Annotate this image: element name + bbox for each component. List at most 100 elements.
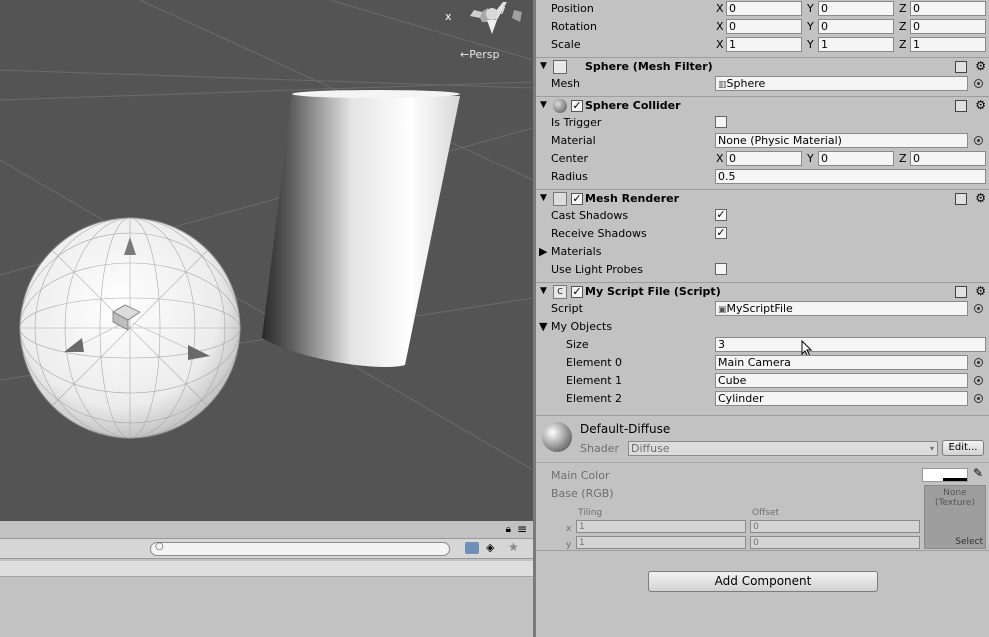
help-book-icon[interactable] (955, 61, 967, 73)
center-z-field[interactable]: 0 (910, 151, 986, 166)
object-picker-icon[interactable] (974, 376, 983, 385)
object-picker-icon[interactable] (974, 79, 983, 88)
gear-icon[interactable]: ⚙ (975, 191, 986, 205)
camera-mode-label[interactable]: ←Persp (460, 48, 499, 61)
element-2-label: Element 2 (566, 392, 623, 405)
mesh-renderer-header[interactable]: ▼ ✓ Mesh Renderer ⚙ (536, 189, 989, 208)
main-color-swatch[interactable] (922, 468, 968, 482)
shader-label: Shader (580, 442, 619, 455)
axis-z-label: Z (899, 152, 907, 165)
position-z-field[interactable]: 0 (910, 1, 986, 16)
scale-x-field[interactable]: 1 (726, 37, 802, 52)
element-row: Element 1 Cube (536, 372, 989, 390)
enable-checkbox[interactable]: ✓ (571, 286, 583, 298)
lock-icon[interactable]: 🔒︎ (506, 524, 511, 535)
project-list-row[interactable] (0, 561, 533, 577)
receive-shadows-row: Receive Shadows ✓ (536, 225, 989, 243)
collapse-arrow-icon[interactable]: ▼ (540, 100, 547, 110)
light-probes-checkbox[interactable] (715, 263, 727, 275)
element-1-label: Element 1 (566, 374, 623, 387)
element-0-field[interactable]: Main Camera (715, 355, 968, 370)
scene-viewport[interactable]: x y (0, 0, 533, 521)
scale-label: Scale (551, 38, 581, 51)
texture-slot[interactable]: None (Texture) Select (924, 485, 986, 549)
enable-checkbox[interactable]: ✓ (571, 193, 583, 205)
help-book-icon[interactable] (955, 193, 967, 205)
gear-icon[interactable]: ⚙ (975, 98, 986, 112)
scale-y-field[interactable]: 1 (818, 37, 894, 52)
radius-field[interactable]: 0.5 (715, 169, 986, 184)
receive-shadows-checkbox[interactable]: ✓ (715, 227, 727, 239)
my-objects-label[interactable]: My Objects (551, 320, 612, 333)
my-objects-row[interactable]: ▼ My Objects (536, 318, 989, 336)
rotation-y-field[interactable]: 0 (818, 19, 894, 34)
menu-icon[interactable]: ≡ (517, 522, 527, 536)
script-component-header[interactable]: ▼ C ✓ My Script File (Script) ⚙ (536, 282, 989, 301)
texture-select-button[interactable]: Select (955, 537, 983, 547)
rotation-x-field[interactable]: 0 (726, 19, 802, 34)
gear-icon[interactable]: ⚙ (975, 284, 986, 298)
axis-y-label: Y (807, 20, 814, 33)
script-field[interactable]: ▣MyScriptFile (715, 301, 968, 316)
scale-z-field[interactable]: 1 (910, 37, 986, 52)
object-picker-icon[interactable] (974, 304, 983, 313)
cast-shadows-checkbox[interactable]: ✓ (715, 209, 727, 221)
position-x-field[interactable]: 0 (726, 1, 802, 16)
object-picker-icon[interactable] (974, 136, 983, 145)
offset-x-field[interactable]: 0 (750, 520, 920, 533)
search-input[interactable]: ○ (150, 541, 450, 556)
tiling-y-field[interactable]: 1 (576, 536, 746, 549)
project-toolbar: ○ ◈ ★ (0, 539, 533, 559)
dropdown-arrow-icon: ▾ (929, 444, 934, 453)
offset-label: Offset (752, 508, 780, 518)
tiling-x-label: x (566, 524, 572, 534)
enable-checkbox[interactable]: ✓ (571, 100, 583, 112)
physic-material-field[interactable]: None (Physic Material) (715, 133, 968, 148)
eyedropper-icon[interactable]: ✎ (973, 466, 983, 480)
radius-row: Radius 0.5 (536, 168, 989, 186)
orientation-gizmo-icon[interactable]: x y (445, 2, 522, 34)
scene-view[interactable]: x y ←Persp (0, 0, 533, 521)
edit-shader-button[interactable]: Edit... (942, 440, 984, 456)
axis-x-label: X (716, 2, 724, 15)
collapse-arrow-icon[interactable]: ▼ (540, 286, 547, 296)
label-filter-icon[interactable]: ◈ (486, 541, 494, 554)
filter-type-icon[interactable] (465, 542, 479, 554)
materials-row[interactable]: ▶ Materials (536, 243, 989, 261)
material-preview-icon (542, 422, 572, 452)
add-component-button[interactable]: Add Component (648, 571, 878, 592)
object-picker-icon[interactable] (974, 394, 983, 403)
center-x-field[interactable]: 0 (726, 151, 802, 166)
help-book-icon[interactable] (955, 100, 967, 112)
element-row: Element 0 Main Camera (536, 354, 989, 372)
collapse-arrow-icon[interactable]: ▼ (540, 193, 547, 203)
element-2-field[interactable]: Cylinder (715, 391, 968, 406)
cylinder-object[interactable] (262, 90, 460, 367)
script-row: Script ▣MyScriptFile (536, 300, 989, 318)
divider (536, 550, 989, 551)
rotation-z-field[interactable]: 0 (910, 19, 986, 34)
mesh-filter-header[interactable]: ▼ Sphere (Mesh Filter) ⚙ (536, 57, 989, 76)
shader-dropdown[interactable]: Diffuse ▾ (628, 441, 938, 456)
collapse-arrow-icon[interactable]: ▼ (540, 61, 547, 71)
mesh-field[interactable]: ▥Sphere (715, 76, 968, 91)
element-1-field[interactable]: Cube (715, 373, 968, 388)
tiling-x-field[interactable]: 1 (576, 520, 746, 533)
size-field[interactable]: 3 (715, 337, 986, 352)
position-y-field[interactable]: 0 (818, 1, 894, 16)
is-trigger-checkbox[interactable] (715, 116, 727, 128)
center-y-field[interactable]: 0 (818, 151, 894, 166)
texture-type-label: (Texture) (935, 498, 975, 508)
mesh-filter-icon (553, 60, 567, 74)
element-row: Element 2 Cylinder (536, 390, 989, 408)
object-picker-icon[interactable] (974, 358, 983, 367)
gear-icon[interactable]: ⚙ (975, 59, 986, 73)
sphere-collider-header[interactable]: ▼ ✓ Sphere Collider ⚙ (536, 96, 989, 115)
collapse-arrow-icon[interactable]: ▼ (539, 320, 547, 333)
favorites-star-icon[interactable]: ★ (508, 540, 519, 554)
expand-arrow-icon[interactable]: ▶ (539, 245, 547, 258)
project-panel: 🔒︎ ≡ ○ ◈ ★ (0, 521, 533, 637)
offset-y-field[interactable]: 0 (750, 536, 920, 549)
materials-label[interactable]: Materials (551, 245, 601, 258)
help-book-icon[interactable] (955, 286, 967, 298)
